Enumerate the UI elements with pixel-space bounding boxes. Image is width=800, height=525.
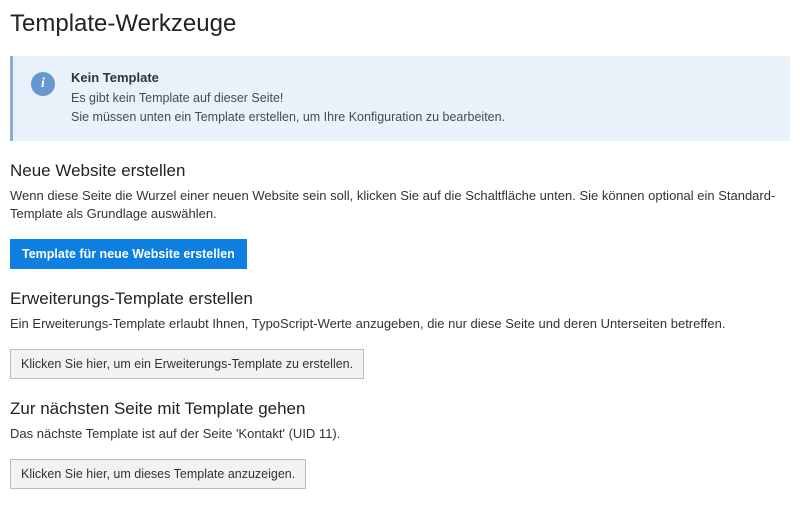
extension-template-heading: Erweiterungs-Template erstellen	[10, 289, 790, 309]
create-website-template-button[interactable]: Template für neue Website erstellen	[10, 239, 247, 269]
page-title: Template-Werkzeuge	[10, 10, 790, 38]
extension-template-text: Ein Erweiterungs-Template erlaubt Ihnen,…	[10, 315, 790, 333]
info-callout: i Kein Template Es gibt kein Template au…	[10, 56, 790, 141]
show-template-button[interactable]: Klicken Sie hier, um dieses Template anz…	[10, 459, 306, 489]
new-website-text: Wenn diese Seite die Wurzel einer neuen …	[10, 187, 790, 223]
callout-line1: Es gibt kein Template auf dieser Seite!	[71, 89, 776, 108]
new-website-heading: Neue Website erstellen	[10, 161, 790, 181]
info-icon: i	[31, 72, 55, 96]
callout-line2: Sie müssen unten ein Template erstellen,…	[71, 108, 776, 127]
create-extension-template-button[interactable]: Klicken Sie hier, um ein Erweiterungs-Te…	[10, 349, 364, 379]
goto-template-heading: Zur nächsten Seite mit Template gehen	[10, 399, 790, 419]
callout-title: Kein Template	[71, 70, 776, 85]
goto-template-text: Das nächste Template ist auf der Seite '…	[10, 425, 790, 443]
